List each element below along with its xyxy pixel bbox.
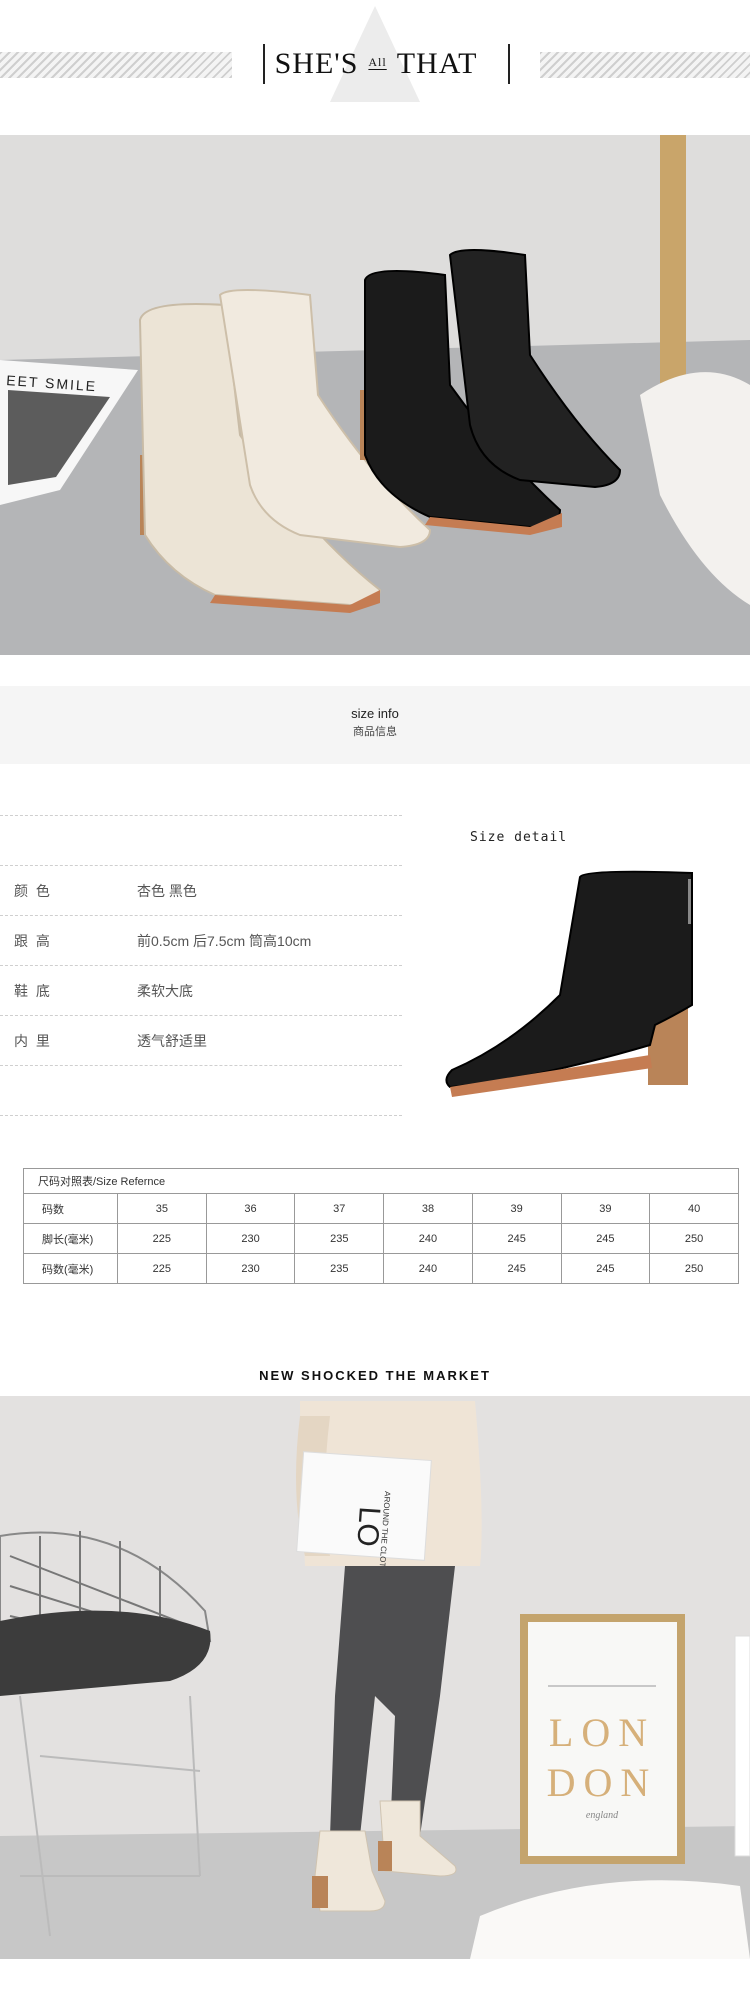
hero-photo-model: LON DON england LO AROUND THE CLOT	[0, 1396, 750, 1959]
table-cell: 240	[383, 1223, 473, 1254]
table-cell: 250	[649, 1223, 739, 1254]
table-cell: 250	[649, 1253, 739, 1284]
table-cell: 38	[383, 1193, 473, 1224]
size-table-caption: 尺码对照表/Size Refernce	[23, 1168, 739, 1194]
size-detail-title: Size detail	[470, 830, 568, 845]
table-cell: 245	[560, 1253, 651, 1284]
table-caption-row: 尺码对照表/Size Refernce	[23, 1168, 739, 1194]
spec-divider	[0, 1115, 402, 1116]
zipper-icon	[688, 879, 691, 924]
hero-photo-boots-pair: EET SMILE	[0, 135, 750, 655]
market-title: NEW SHOCKED THE MARKET	[259, 1368, 491, 1383]
spec-list: 颜 色 杏色 黑色 跟 高 前0.5cm 后7.5cm 筒高10cm 鞋 底 柔…	[0, 815, 402, 1116]
header-divider-left	[263, 44, 265, 84]
header-stripe-right	[540, 52, 750, 78]
brand-word-all: All	[368, 54, 387, 69]
table-cell: 245	[471, 1223, 562, 1254]
boot-detail-image	[430, 865, 710, 1105]
table-cell: 235	[294, 1223, 385, 1254]
size-table: 尺码对照表/Size Refernce 码数 35 36 37 38 39 39…	[23, 1168, 739, 1284]
spec-value: 透气舒适里	[137, 1032, 207, 1049]
table-row-label: 码数	[23, 1193, 118, 1224]
table-cell: 39	[471, 1193, 562, 1224]
table-row: 码数 35 36 37 38 39 39 40	[23, 1193, 739, 1224]
header-divider-right	[508, 44, 510, 84]
table-row: 码数(毫米) 225 230 235 240 245 245 250	[23, 1253, 739, 1284]
spec-row-sole: 鞋 底 柔软大底	[0, 965, 402, 1015]
table-row: 脚长(毫米) 225 230 235 240 245 245 250	[23, 1223, 739, 1254]
header-stripe-left	[0, 52, 232, 78]
boot-detail-illustration	[445, 870, 693, 1097]
spec-label: 跟 高	[14, 932, 52, 949]
size-info-title-en: size info	[351, 706, 399, 721]
spec-value: 杏色 黑色	[137, 882, 197, 899]
table-cell: 225	[117, 1253, 207, 1284]
table-cell: 39	[560, 1193, 651, 1224]
table-cell: 240	[383, 1253, 473, 1284]
spec-label: 内 里	[14, 1032, 52, 1049]
spec-label: 鞋 底	[14, 982, 52, 999]
table-row-label: 码数(毫米)	[23, 1253, 118, 1284]
brand-word-that: THAT	[396, 47, 478, 80]
table-cell: 40	[649, 1193, 739, 1224]
brand-logo: SHE'S All THAT	[274, 44, 478, 84]
size-info-title-cn: 商品信息	[353, 726, 397, 738]
brand-word-shes: SHE'S	[274, 47, 359, 80]
table-cell: 230	[205, 1223, 296, 1254]
hero-photo-illustration: EET SMILE	[0, 135, 750, 655]
size-info-banner: size info 商品信息	[0, 686, 750, 764]
poster-sub: england	[586, 1810, 619, 1821]
table-row-label: 脚长(毫米)	[23, 1223, 118, 1254]
table-cell: 37	[294, 1193, 385, 1224]
table-cell: 35	[117, 1193, 207, 1224]
table-cell: 245	[471, 1253, 562, 1284]
spec-row-heel-height: 跟 高 前0.5cm 后7.5cm 筒高10cm	[0, 915, 402, 965]
spec-row-blank	[0, 1065, 402, 1115]
table-cell: 235	[294, 1253, 385, 1284]
spec-value: 柔软大底	[137, 982, 193, 999]
table-cell: 230	[205, 1253, 296, 1284]
table-cell: 36	[205, 1193, 296, 1224]
spec-value: 前0.5cm 后7.5cm 筒高10cm	[137, 932, 312, 949]
poster-line-2: DON	[547, 1760, 658, 1805]
table-cell: 225	[117, 1223, 207, 1254]
spec-label: 颜 色	[14, 882, 52, 899]
spec-row-blank	[0, 815, 402, 865]
table-cell: 245	[560, 1223, 651, 1254]
spec-row-lining: 内 里 透气舒适里	[0, 1015, 402, 1065]
model-photo-illustration: LON DON england LO AROUND THE CLOT	[0, 1396, 750, 1959]
spec-row-color: 颜 色 杏色 黑色	[0, 865, 402, 915]
gold-frame	[660, 135, 686, 390]
poster-line-1: LON	[549, 1710, 655, 1755]
